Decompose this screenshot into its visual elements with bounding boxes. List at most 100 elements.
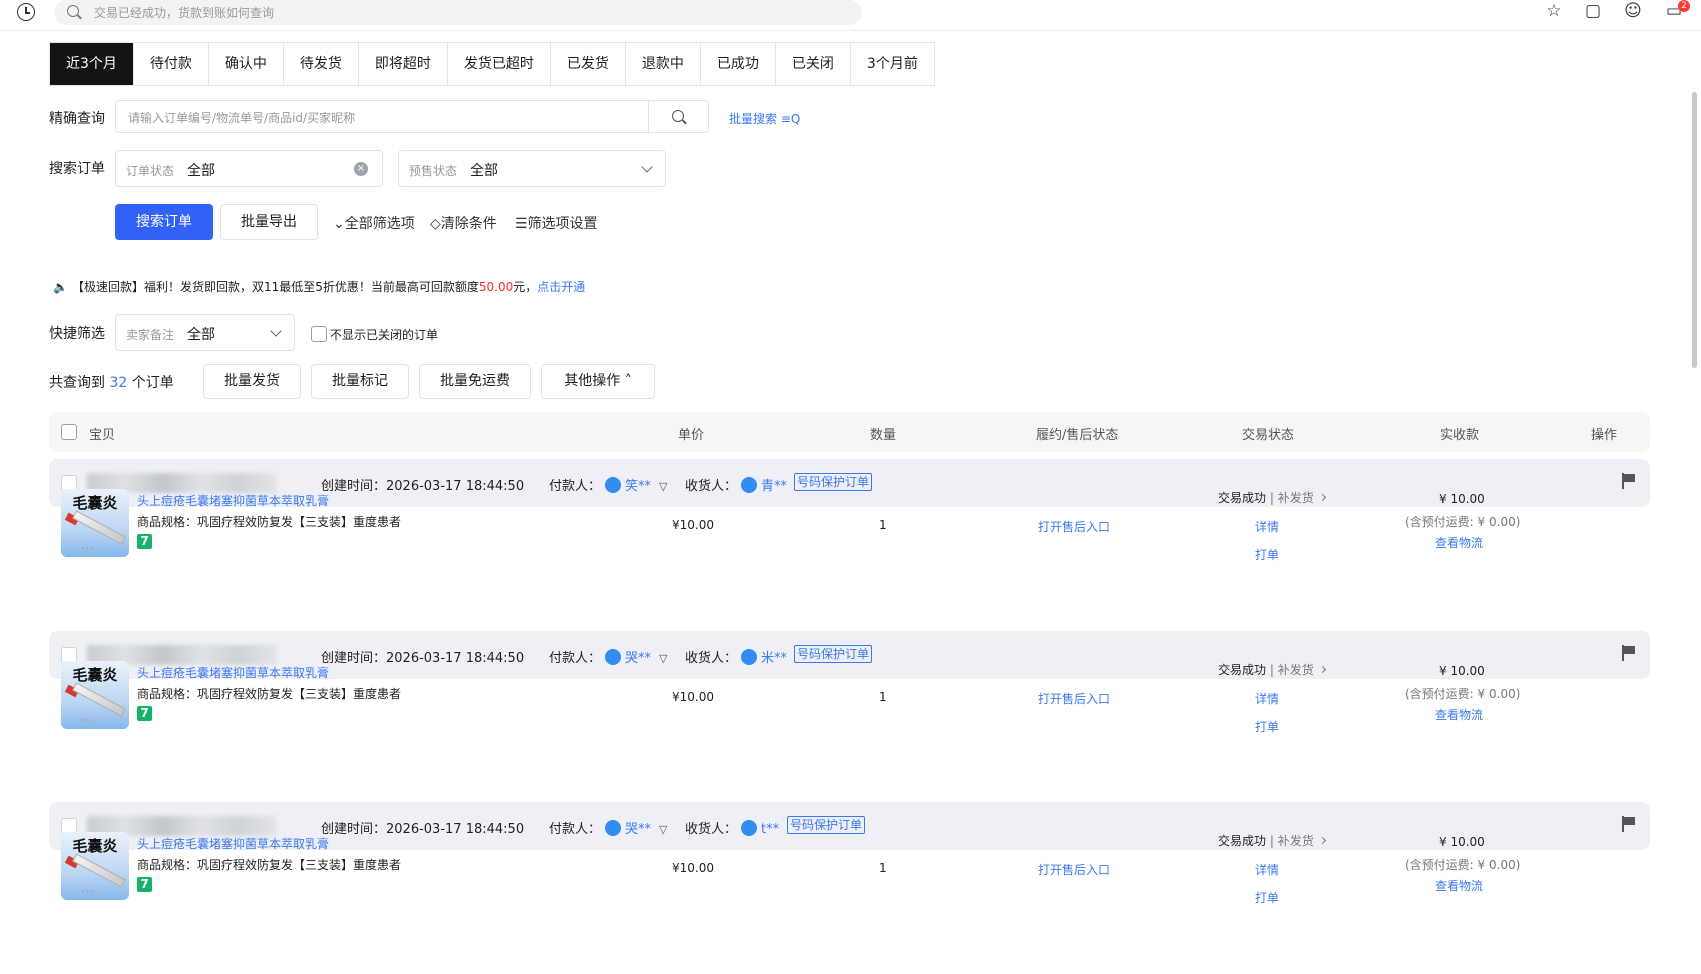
reship-link[interactable]: 补发货 bbox=[1278, 663, 1314, 677]
filter-settings-button[interactable]: ☰筛选项设置 bbox=[515, 213, 598, 233]
tab-7[interactable]: 退款中 bbox=[625, 43, 701, 85]
product-spec: 商品规格：巩固疗程效防复发【三支装】重度患者 bbox=[137, 858, 402, 872]
search-orders-button[interactable]: 搜索订单 bbox=[115, 204, 213, 240]
batch-export-button[interactable]: 批量导出 bbox=[220, 204, 318, 240]
header-received: 实收款 bbox=[1440, 428, 1480, 443]
tab-3[interactable]: 待发货 bbox=[283, 43, 359, 85]
bookmark-icon[interactable]: ▢ bbox=[1584, 2, 1602, 20]
header-item: 宝贝 bbox=[89, 428, 116, 443]
tab-8[interactable]: 已成功 bbox=[700, 43, 776, 85]
flag-icon[interactable] bbox=[1622, 816, 1636, 832]
list-icon: ☰ bbox=[515, 216, 528, 232]
payer-avatar-icon bbox=[605, 649, 622, 665]
prepaid-shipping: (含预付运费: ¥ 0.00) bbox=[1405, 515, 1521, 529]
view-logistics-link[interactable]: 查看物流 bbox=[1435, 877, 1483, 894]
header-trade-status: 交易状态 bbox=[1242, 428, 1295, 443]
filter-icon[interactable]: ▽ bbox=[659, 652, 667, 665]
detail-link[interactable]: 详情 bbox=[1255, 518, 1279, 535]
product-name-link[interactable]: 头上痘疮毛囊堵塞抑菌草本萃取乳膏 bbox=[137, 835, 329, 852]
tab-4[interactable]: 即将超时 bbox=[358, 43, 448, 85]
seller-remark-select[interactable]: 卖家备注 全部 bbox=[115, 314, 295, 351]
chevron-down-icon bbox=[641, 161, 653, 173]
precise-query-input[interactable]: 请输入订单编号/物流单号/商品id/买家昵称 bbox=[115, 100, 709, 133]
seven-day-return-badge: 7 bbox=[137, 877, 152, 892]
clear-icon[interactable]: × bbox=[354, 162, 368, 176]
print-link[interactable]: 打单 bbox=[1255, 546, 1279, 563]
batch-search-link[interactable]: 批量搜索 ≡Q bbox=[729, 110, 800, 127]
print-link[interactable]: 打单 bbox=[1255, 718, 1279, 735]
receiver-avatar-icon bbox=[741, 820, 758, 836]
tab-5[interactable]: 发货已超时 bbox=[447, 43, 551, 85]
order-receiver: 收货人： 青** bbox=[685, 477, 788, 494]
trade-status: 交易成功 | 补发货 bbox=[1218, 489, 1326, 506]
product-image[interactable]: 毛囊炎 ◦◦◦ bbox=[61, 489, 129, 557]
reship-link[interactable]: 补发货 bbox=[1278, 491, 1314, 505]
search-icon bbox=[672, 110, 684, 122]
star-icon[interactable]: ☆ bbox=[1545, 2, 1563, 20]
emoji-icon[interactable]: ☺ bbox=[1624, 2, 1642, 20]
order-payer: 付款人： 哭** ▽ bbox=[549, 649, 668, 666]
batch-mark-button[interactable]: 批量标记 bbox=[311, 364, 409, 399]
history-icon[interactable] bbox=[17, 3, 35, 21]
hide-closed-checkbox[interactable] bbox=[311, 326, 327, 342]
page-scrollbar[interactable] bbox=[1692, 92, 1697, 368]
batch-search-icon: ≡Q bbox=[777, 112, 801, 126]
order-status-key: 订单状态 bbox=[126, 164, 175, 178]
presale-status-select[interactable]: 预售状态 全部 bbox=[398, 150, 666, 187]
view-logistics-link[interactable]: 查看物流 bbox=[1435, 534, 1483, 551]
other-operations-button[interactable]: 其他操作 ˄ bbox=[541, 364, 655, 399]
tab-6[interactable]: 已发货 bbox=[550, 43, 626, 85]
presale-status-key: 预售状态 bbox=[409, 164, 458, 178]
batch-free-shipping-button[interactable]: 批量免运费 bbox=[419, 364, 531, 399]
quantity: 1 bbox=[879, 861, 887, 875]
tab-0[interactable]: 近3个月 bbox=[50, 43, 134, 85]
precise-search-button[interactable] bbox=[648, 101, 708, 132]
received-amount: ¥ 10.00 bbox=[1439, 492, 1485, 506]
view-logistics-link[interactable]: 查看物流 bbox=[1435, 706, 1483, 723]
order-receiver: 收货人： 米** bbox=[685, 649, 788, 666]
after-sale-entry-link[interactable]: 打开售后入口 bbox=[1038, 861, 1110, 878]
notice-activate-link[interactable]: 点击开通 bbox=[537, 280, 585, 294]
clear-filters-button[interactable]: ◇清除条件 bbox=[430, 213, 497, 233]
after-sale-entry-link[interactable]: 打开售后入口 bbox=[1038, 518, 1110, 535]
product-spec: 商品规格：巩固疗程效防复发【三支装】重度患者 bbox=[137, 515, 402, 529]
seller-remark-value: 全部 bbox=[187, 327, 215, 343]
detail-link[interactable]: 详情 bbox=[1255, 690, 1279, 707]
batch-ship-button[interactable]: 批量发货 bbox=[203, 364, 301, 399]
reship-link[interactable]: 补发货 bbox=[1278, 834, 1314, 848]
flag-icon[interactable] bbox=[1622, 473, 1636, 489]
product-name-link[interactable]: 头上痘疮毛囊堵塞抑菌草本萃取乳膏 bbox=[137, 492, 329, 509]
all-filters-toggle[interactable]: ⌄全部筛选项 bbox=[333, 213, 415, 233]
product-name-link[interactable]: 头上痘疮毛囊堵塞抑菌草本萃取乳膏 bbox=[137, 664, 329, 681]
tab-9[interactable]: 已关闭 bbox=[775, 43, 851, 85]
fast-payment-notice: 🔈 【极速回款】福利！发货即回款，双11最低至5折优惠！当前最高可回款额度50.0… bbox=[53, 280, 586, 294]
top-bar: 交易已经成功，货款到账如何查询 ☆ ▢ ☺ ▭ 2 bbox=[0, 0, 1701, 31]
print-link[interactable]: 打单 bbox=[1255, 889, 1279, 906]
tab-2[interactable]: 确认中 bbox=[208, 43, 284, 85]
quick-filter-label: 快捷筛选 bbox=[49, 326, 105, 342]
chevron-right-icon bbox=[1318, 836, 1326, 845]
notice-amount: 50.00 bbox=[478, 280, 514, 294]
flag-icon[interactable] bbox=[1622, 645, 1636, 661]
order-payer: 付款人： 笑** ▽ bbox=[549, 477, 668, 494]
order-receiver: 收货人： t** bbox=[685, 820, 780, 837]
chevron-right-icon bbox=[1318, 665, 1326, 674]
order-created-time: 创建时间：2026-03-17 18:44:50 bbox=[321, 651, 525, 666]
tab-1[interactable]: 待付款 bbox=[133, 43, 209, 85]
product-image[interactable]: 毛囊炎 ◦◦◦ bbox=[61, 661, 129, 729]
precise-query-label: 精确查询 bbox=[49, 111, 105, 127]
filter-icon[interactable]: ▽ bbox=[659, 823, 667, 836]
seven-day-return-badge: 7 bbox=[137, 706, 152, 721]
global-search-input[interactable]: 交易已经成功，货款到账如何查询 bbox=[54, 0, 862, 25]
detail-link[interactable]: 详情 bbox=[1255, 861, 1279, 878]
seven-day-return-badge: 7 bbox=[137, 534, 152, 549]
select-all-checkbox[interactable] bbox=[61, 424, 77, 440]
trade-status: 交易成功 | 补发货 bbox=[1218, 661, 1326, 678]
order-status-select[interactable]: 订单状态 全部 × bbox=[115, 150, 383, 187]
tab-10[interactable]: 3个月前 bbox=[850, 43, 934, 85]
product-image[interactable]: 毛囊炎 ◦◦◦ bbox=[61, 832, 129, 900]
filter-icon[interactable]: ▽ bbox=[659, 480, 667, 493]
prepaid-shipping: (含预付运费: ¥ 0.00) bbox=[1405, 687, 1521, 701]
after-sale-entry-link[interactable]: 打开售后入口 bbox=[1038, 690, 1110, 707]
order-status-tabs: 近3个月 待付款 确认中 待发货 即将超时 发货已超时 已发货 退款中 已成功 已关闭 3个月前 bbox=[49, 42, 935, 86]
